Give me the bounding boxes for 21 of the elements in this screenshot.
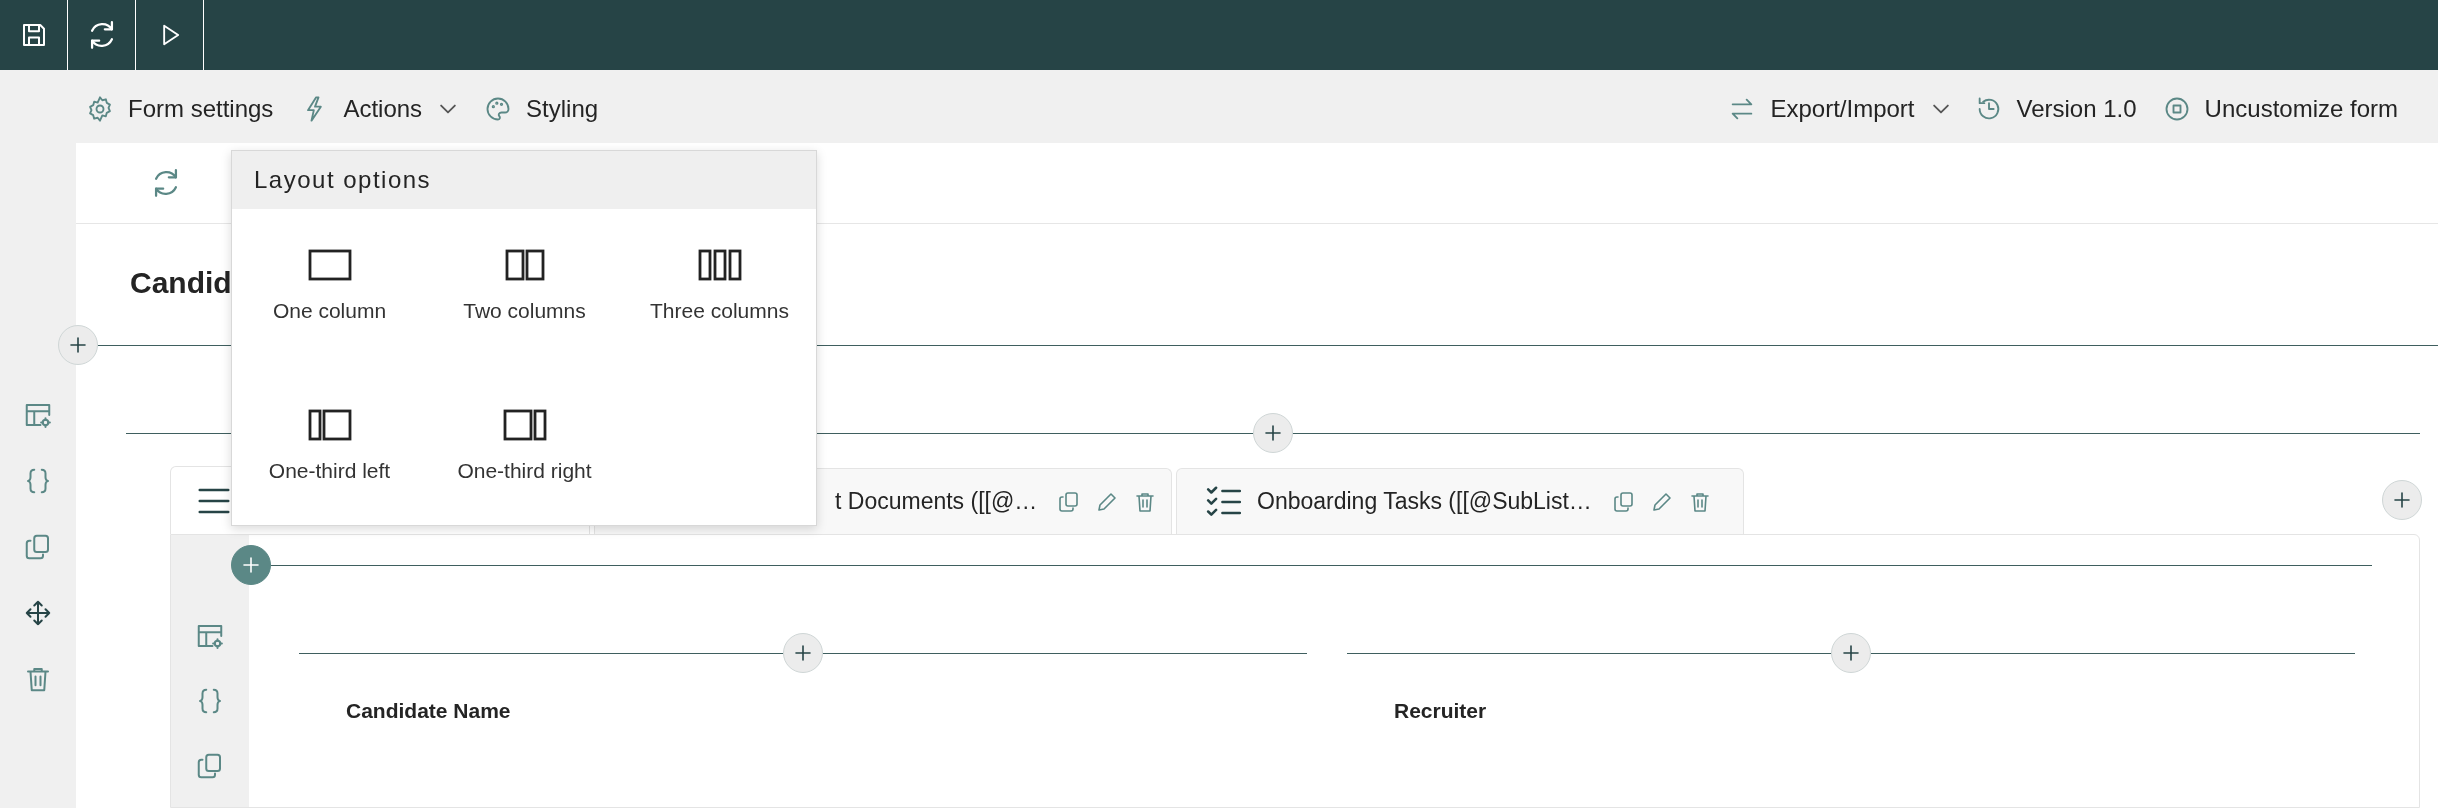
layout-option[interactable]: One-third left xyxy=(232,397,427,487)
menu-title: Layout options xyxy=(232,151,816,209)
form-heading: Candid xyxy=(130,265,232,301)
chevron-icon xyxy=(440,103,457,114)
layout-option[interactable]: Two columns xyxy=(427,237,622,327)
command-button[interactable]: Actions xyxy=(301,83,457,134)
move-icon[interactable] xyxy=(23,598,53,628)
field-label: Candidate Name xyxy=(346,699,511,723)
settings-icon xyxy=(86,94,114,123)
command-button[interactable]: Form settings xyxy=(86,83,274,134)
tab[interactable]: Onboarding Tasks ([[@SubList… xyxy=(1176,468,1744,534)
field-label: Recruiter xyxy=(1394,699,1487,723)
layout-option[interactable]: Three columns xyxy=(622,237,817,327)
command-button[interactable]: Export/Import xyxy=(1728,83,1949,134)
layout-option[interactable]: One column xyxy=(232,237,427,327)
chevron-icon xyxy=(1932,103,1949,114)
command-button[interactable]: Uncustomize form xyxy=(2162,83,2398,134)
copy-icon[interactable] xyxy=(1611,489,1636,514)
command-button[interactable]: Version 1.0 xyxy=(1974,83,2137,134)
add-button[interactable] xyxy=(231,545,271,585)
command-button[interactable]: Styling xyxy=(484,83,599,134)
